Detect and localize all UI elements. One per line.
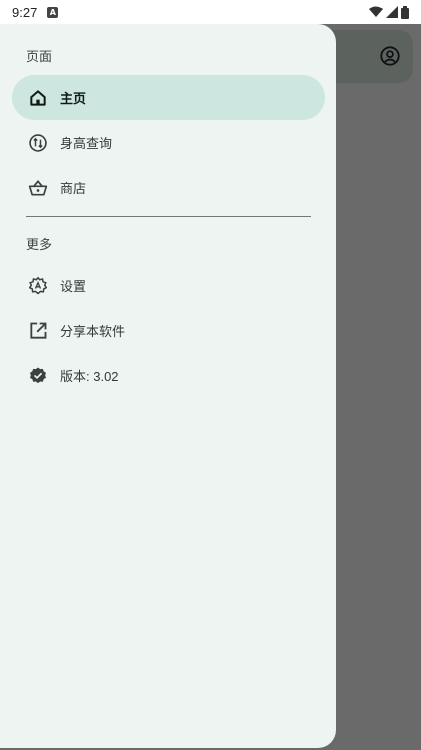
account-circle-icon[interactable]	[379, 45, 401, 71]
section-header-more: 更多	[26, 237, 53, 252]
nav-item-share-app[interactable]: 分享本软件	[12, 308, 325, 353]
battery-icon	[401, 5, 409, 19]
nav-item-label: 主页	[60, 91, 87, 106]
navigation-drawer: 页面 主页 身高查询 商店 更多 设置 分享本软件 版本: 3.02	[0, 24, 336, 748]
nav-item-label: 版本: 3.02	[60, 369, 119, 384]
nav-item-height-query[interactable]: 身高查询	[12, 120, 325, 165]
swap-vertical-icon	[26, 131, 50, 155]
signal-icon	[386, 6, 398, 18]
nav-item-shop[interactable]: 商店	[12, 165, 325, 210]
section-header-pages: 页面	[26, 49, 53, 64]
nav-item-label: 分享本软件	[60, 324, 126, 339]
status-icons	[369, 5, 409, 19]
home-icon	[26, 86, 50, 110]
drawer-divider	[26, 216, 311, 217]
status-bar: 9:27 A	[0, 0, 421, 24]
nav-item-label: 设置	[60, 279, 87, 294]
open-in-new-icon	[26, 319, 50, 343]
basket-icon	[26, 176, 50, 200]
nav-item-label: 身高查询	[60, 136, 113, 151]
a-badge-icon: A	[47, 6, 59, 18]
nav-item-label: 商店	[60, 181, 87, 196]
nav-item-home[interactable]: 主页	[12, 75, 325, 120]
settings-gear-icon	[26, 274, 50, 298]
nav-item-version[interactable]: 版本: 3.02	[12, 353, 325, 398]
verified-badge-icon	[26, 364, 50, 388]
wifi-icon	[369, 6, 383, 17]
status-time: 9:27	[12, 4, 38, 20]
nav-item-settings[interactable]: 设置	[12, 263, 325, 308]
